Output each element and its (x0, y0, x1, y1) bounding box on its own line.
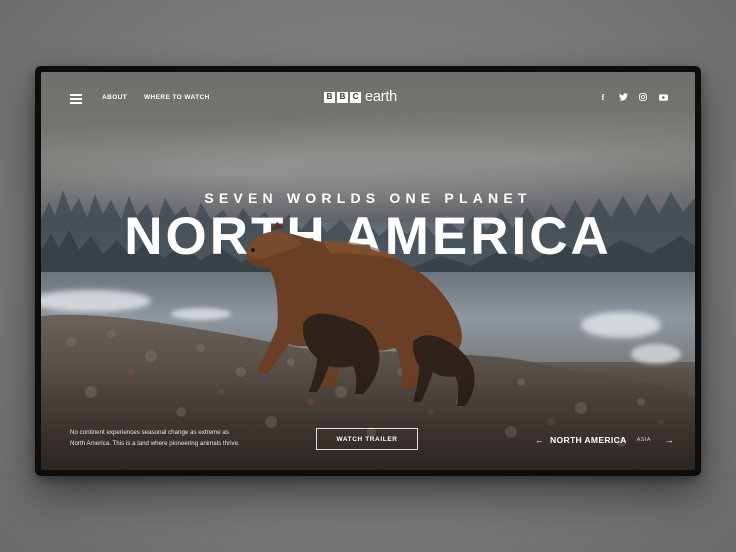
description-line: No continent experiences seasonal change… (70, 429, 229, 436)
logo-wordmark: earth (365, 89, 398, 105)
facebook-icon[interactable]: f (598, 92, 608, 102)
arrow-right-icon[interactable]: → (665, 435, 674, 445)
bbc-earth-logo[interactable]: B B C earth (324, 90, 397, 105)
twitter-icon[interactable] (618, 92, 628, 102)
device-frame: SEVEN WORLDS ONE PLANET NORTH AMERICA AB… (35, 66, 701, 476)
logo-box-b1: B (324, 91, 335, 103)
nav-about[interactable]: ABOUT (102, 94, 127, 101)
nav-where-to-watch[interactable]: WHERE TO WATCH (144, 94, 210, 101)
arrow-left-icon[interactable]: ← (535, 435, 544, 445)
top-nav: ABOUT WHERE TO WATCH B B C earth f (41, 72, 695, 122)
description-line: North America. This is a land where pion… (70, 440, 240, 447)
region-navigation: ← NORTH AMERICA ASIA → (535, 434, 674, 446)
hero-description: No continent experiences seasonal change… (70, 427, 280, 449)
logo-box-c: C (350, 91, 361, 103)
watch-trailer-button[interactable]: WATCH TRAILER (316, 428, 418, 450)
logo-box-b2: B (337, 91, 348, 103)
hamburger-icon[interactable] (70, 94, 82, 104)
youtube-icon[interactable] (658, 92, 668, 102)
bear-family-illustration (247, 222, 475, 406)
current-region-label[interactable]: NORTH AMERICA (550, 435, 627, 445)
bear-cub (413, 335, 475, 406)
next-region-label[interactable]: ASIA (637, 437, 651, 443)
instagram-icon[interactable] (638, 92, 648, 102)
hero-screen: SEVEN WORLDS ONE PLANET NORTH AMERICA AB… (41, 72, 695, 470)
